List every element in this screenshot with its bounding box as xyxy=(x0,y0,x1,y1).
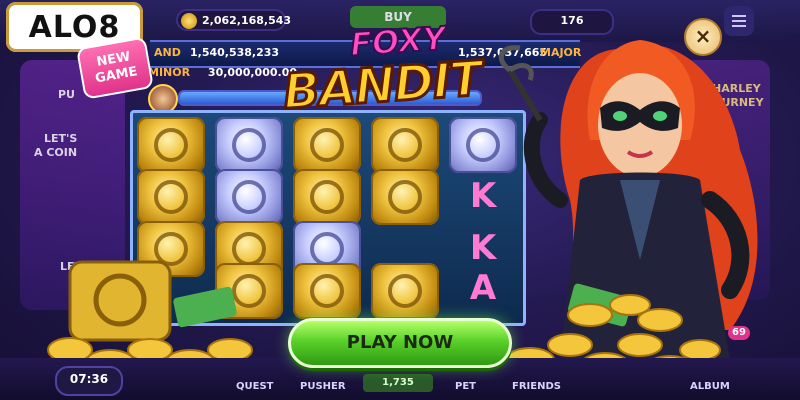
timer-badge: 07:36 xyxy=(55,366,123,396)
left-panel-text: LET xyxy=(60,260,83,273)
album-badge: 69 xyxy=(728,326,750,340)
slot-reels: K K A xyxy=(130,110,526,326)
title-bandit: BANDIT xyxy=(280,49,485,122)
gold-vault-symbol xyxy=(293,263,361,319)
left-panel-text: LET'S xyxy=(44,132,78,145)
gold-vault-symbol xyxy=(137,117,205,173)
game-title-logo: FOXY BANDIT xyxy=(277,13,485,126)
gold-vault-symbol xyxy=(371,169,439,225)
left-panel-text: PU xyxy=(58,88,75,101)
nav-pet[interactable]: PET xyxy=(455,381,476,392)
grand-jackpot-value: 1,540,538,233 xyxy=(190,46,280,59)
nav-friends[interactable]: FRIENDS xyxy=(512,381,561,392)
gold-vault-symbol xyxy=(137,221,205,277)
game-promo-screen: PU LET'S A COIN LET HARLEY JOURNEY ALO8 … xyxy=(0,0,800,400)
gold-vault-symbol xyxy=(371,117,439,173)
coin-balance-value: 2,062,168,543 xyxy=(202,13,292,27)
grand-jackpot-label: AND xyxy=(154,46,181,59)
new-game-badge: NEW GAME xyxy=(76,36,154,100)
left-panel-text: A COIN xyxy=(34,146,78,159)
gold-vault-symbol xyxy=(137,169,205,225)
coin-balance: 2,062,168,543 xyxy=(176,9,291,31)
nav-quest[interactable]: QUEST xyxy=(236,381,273,392)
minor-jackpot-label: MINOR xyxy=(148,66,191,79)
nav-pusher[interactable]: PUSHER xyxy=(300,381,346,392)
gold-vault-symbol xyxy=(215,263,283,319)
gold-vault-symbol xyxy=(293,117,361,173)
bandit-character-illustration xyxy=(498,40,758,360)
silver-vault-symbol xyxy=(215,169,283,225)
gold-vault-symbol xyxy=(371,263,439,319)
nav-album[interactable]: ALBUM xyxy=(690,381,730,392)
silver-vault-symbol xyxy=(215,117,283,173)
play-now-button[interactable]: PLAY NOW xyxy=(288,318,512,368)
gold-vault-symbol xyxy=(293,169,361,225)
pusher-count: 1,735 xyxy=(363,374,433,392)
coin-icon xyxy=(181,13,197,29)
